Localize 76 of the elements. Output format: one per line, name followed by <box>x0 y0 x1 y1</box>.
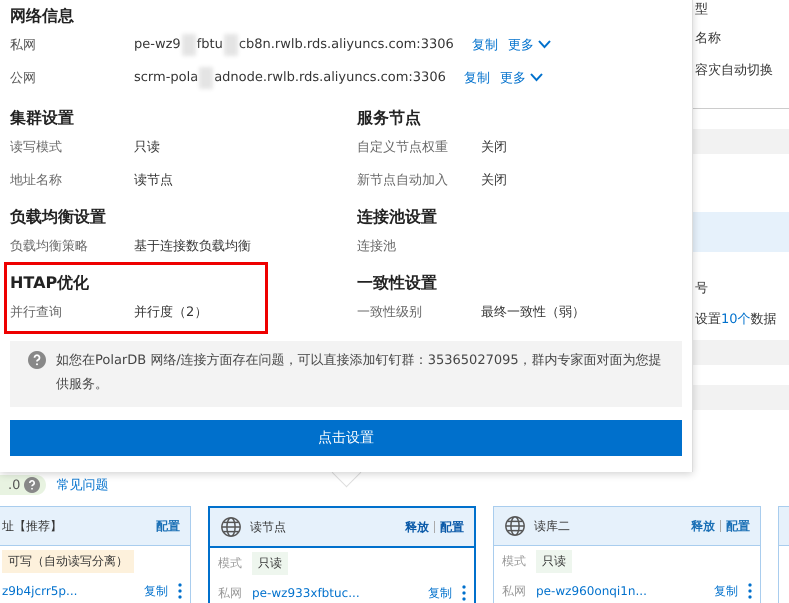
section-title: 集群设置 <box>10 107 75 129</box>
section-title: HTAP优化 <box>10 272 90 294</box>
copy-link[interactable]: 复制 <box>428 584 452 602</box>
setting-label: 新节点自动加入 <box>357 172 449 188</box>
setting-value: 读节点 <box>134 172 173 188</box>
network-label: 私网 <box>502 582 526 600</box>
network-label: 私网 <box>218 584 242 602</box>
address-text: pe-wz9 <box>134 37 181 52</box>
mode-label: 模式 <box>502 552 526 570</box>
copy-link[interactable]: 复制 <box>144 582 168 600</box>
mode-tag: 只读 <box>252 552 288 574</box>
field-label: 名称 <box>695 30 721 47</box>
blur-patch <box>224 34 238 56</box>
config-link[interactable]: 配置 <box>726 518 750 534</box>
setting-label: 地址名称 <box>10 172 63 188</box>
node-card[interactable]: 址【推荐】 配置 可写（自动读写分离） z9b4jcrr5p... 复制 <box>0 506 191 603</box>
setting-value: 关闭 <box>481 172 507 188</box>
limit-text: 设置10个数据 <box>695 311 777 328</box>
section-title: 连接池设置 <box>357 206 438 228</box>
mode-tag: 只读 <box>536 550 572 572</box>
node-card[interactable]: 读库二 释放 配置 模式 只读 私网 pe-wz960onqi1n... 复制 <box>493 506 761 603</box>
field-label: 容灾自动切换 <box>695 62 773 79</box>
more-icon[interactable] <box>178 583 182 599</box>
copy-link[interactable]: 复制 <box>472 36 498 54</box>
section-title: 负载均衡设置 <box>10 206 107 228</box>
setting-label: 连接池 <box>357 238 397 254</box>
address-link[interactable]: pe-wz960onqi1n... <box>536 584 704 598</box>
setting-value: 只读 <box>134 138 160 156</box>
section-title: 服务节点 <box>357 107 422 129</box>
card-title: 址【推荐】 <box>2 518 63 534</box>
config-link[interactable]: 配置 <box>440 518 464 536</box>
setting-label: 负载均衡策略 <box>10 238 89 254</box>
setting-label: 一致性级别 <box>357 304 423 320</box>
notice-text: 如您在PolarDB 网络/连接方面存在问题，可以直接添加钉钉群：35365027095，群内专家面对面为您提供服务。 <box>56 352 662 394</box>
setting-label: 自定义节点权重 <box>357 138 449 156</box>
setting-value: 基于连接数负载均衡 <box>134 238 251 254</box>
address-text: adnode.rwlb.rds.aliyuncs.com:3306 <box>214 70 446 85</box>
mode-label: 模式 <box>218 554 242 572</box>
setting-value: 最终一致性（弱） <box>481 304 585 320</box>
network-label: 私网 <box>10 36 37 54</box>
section-title: 一致性设置 <box>357 272 438 294</box>
release-link[interactable]: 释放 <box>691 518 715 534</box>
setting-value: 并行度（2） <box>134 304 208 320</box>
address-text: scrm-pola <box>134 70 198 85</box>
section-title: 网络信息 <box>10 5 75 27</box>
copy-link[interactable]: 复制 <box>464 68 490 86</box>
question-icon <box>24 477 40 493</box>
release-link[interactable]: 释放 <box>405 518 429 536</box>
mode-tag: 可写（自动读写分离） <box>2 550 134 572</box>
setting-label: 并行查询 <box>10 304 63 320</box>
node-card[interactable]: 读节点 释放 配置 模式 只读 私网 pe-wz933xfbtuc... 复制 <box>208 506 476 603</box>
chevron-down-icon <box>538 40 551 49</box>
network-label: 公网 <box>10 70 37 86</box>
faq-link[interactable]: 常见问题 <box>56 476 108 494</box>
config-link[interactable]: 配置 <box>156 518 180 534</box>
card-title: 读节点 <box>250 518 287 536</box>
field-label: 型 <box>695 1 708 18</box>
more-icon[interactable] <box>748 583 752 599</box>
blur-patch <box>199 66 214 88</box>
blur-patch <box>182 34 196 56</box>
more-icon[interactable] <box>462 585 466 601</box>
card-title: 读库二 <box>534 518 571 534</box>
address-link[interactable]: z9b4jcrr5p... <box>2 584 134 598</box>
address-link[interactable]: pe-wz933xfbtuc... <box>252 586 418 600</box>
more-link[interactable]: 更多 <box>500 68 543 86</box>
settings-button[interactable]: 点击设置 <box>10 420 682 456</box>
copy-link[interactable]: 复制 <box>714 582 738 600</box>
setting-value: 关闭 <box>481 138 507 156</box>
setting-label: 读写模式 <box>10 138 63 156</box>
version-text: .0 <box>8 478 20 492</box>
more-link[interactable]: 更多 <box>508 36 551 54</box>
question-icon <box>28 351 46 369</box>
address-text: cb8n.rwlb.rds.aliyuncs.com:3306 <box>238 37 454 52</box>
address-text: fbtu <box>196 37 223 52</box>
field-label: 号 <box>695 280 708 297</box>
chevron-down-icon <box>530 73 543 82</box>
